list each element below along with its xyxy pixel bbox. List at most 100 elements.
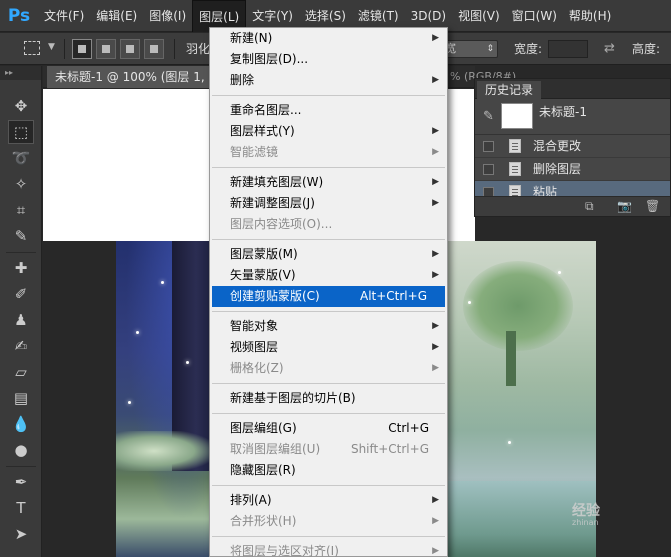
layer-menu-item[interactable]: 图层编组(G) Ctrl+G [210, 418, 447, 439]
menu-separator [212, 485, 445, 486]
layer-menu-item[interactable]: 新建填充图层(W) ▶ [210, 172, 447, 193]
lasso-tool-icon[interactable]: ➰ [8, 146, 34, 170]
history-entry[interactable]: 删除图层 [475, 158, 670, 181]
history-entry[interactable]: 混合更改 [475, 135, 670, 158]
submenu-arrow-icon: ▶ [432, 546, 439, 556]
photoshop-window: Ps 文件(F) 编辑(E) 图像(I) 图层(L) 文字(Y) 选择(S) 滤… [0, 0, 671, 557]
gradient-tool-icon[interactable]: ▤ [8, 386, 34, 410]
layer-menu-item[interactable]: 视频图层 ▶ [210, 337, 447, 358]
sparkle [508, 441, 511, 444]
healing-brush-tool-icon[interactable]: ✚ [8, 256, 34, 280]
width-input[interactable] [548, 40, 588, 58]
history-panel: 历史记录 ✎ 未标题-1 混合更改 删除图层 粘贴 ⧉ 📷 🗑 [474, 78, 671, 217]
add-selection-mode-button[interactable] [96, 39, 116, 59]
submenu-arrow-icon: ▶ [432, 126, 439, 136]
menu-image[interactable]: 图像(I) [143, 0, 192, 32]
watermark-text: 经验 [572, 503, 600, 519]
type-tool-icon[interactable]: T [8, 496, 34, 520]
history-snapshot[interactable]: ✎ 未标题-1 [475, 99, 670, 135]
layer-menu-item: 智能滤镜 ▶ [210, 142, 447, 163]
history-checkbox[interactable] [483, 141, 494, 152]
menu-item-label: 栅格化(Z) [230, 361, 284, 375]
menu-help[interactable]: 帮助(H) [563, 0, 617, 32]
menu-item-label: 图层蒙版(M) [230, 247, 298, 261]
menu-item-label: 创建剪贴蒙版(C) [230, 289, 320, 303]
clone-stamp-tool-icon[interactable]: ♟ [8, 308, 34, 332]
layer-menu-item[interactable]: 智能对象 ▶ [210, 316, 447, 337]
layer-menu-item[interactable]: 新建基于图层的切片(B) [210, 388, 447, 409]
submenu-arrow-icon: ▶ [432, 342, 439, 352]
menu-item-shortcut: Alt+Ctrl+G [359, 289, 427, 303]
brush-tool-icon[interactable]: ✐ [8, 282, 34, 306]
history-brush-source-icon[interactable]: ✎ [483, 109, 494, 124]
new-document-from-state-icon[interactable]: ⧉ [585, 199, 594, 214]
tree-trunk [506, 331, 516, 386]
menu-item-label: 视频图层 [230, 340, 279, 354]
dodge-tool-icon[interactable]: ● [8, 438, 34, 462]
path-selection-tool-icon[interactable]: ➤ [8, 522, 34, 546]
history-entry-label: 混合更改 [533, 139, 582, 153]
history-checkbox[interactable] [483, 164, 494, 175]
layer-menu-item: 将图层与选区对齐(I) ▶ [210, 541, 447, 557]
menu-item-label: 新建基于图层的切片(B) [230, 391, 356, 405]
submenu-arrow-icon: ▶ [432, 321, 439, 331]
layer-menu-item[interactable]: 重命名图层... [210, 100, 447, 121]
menu-item-label: 删除 [230, 73, 255, 87]
history-entry-label: 删除图层 [533, 162, 582, 176]
chevron-down-icon[interactable]: ▼ [48, 42, 55, 52]
new-selection-mode-button[interactable] [72, 39, 92, 59]
pen-tool-icon[interactable]: ✒ [8, 470, 34, 494]
layer-menu-item[interactable]: 删除 ▶ [210, 70, 447, 91]
layer-menu-item: 取消图层编组(U) Shift+Ctrl+G [210, 439, 447, 460]
menu-item-label: 复制图层(D)... [230, 52, 309, 66]
sparkle [558, 271, 561, 274]
layer-menu-item[interactable]: 矢量蒙版(V) ▶ [210, 265, 447, 286]
panel-collapse-icon[interactable]: ▸▸ [0, 66, 41, 80]
camera-icon[interactable]: 📷 [617, 199, 632, 213]
marquee-preset-icon[interactable] [24, 41, 40, 55]
pasted-image-left [116, 241, 211, 557]
divider [64, 39, 65, 59]
submenu-arrow-icon: ▶ [432, 33, 439, 43]
menu-item-label: 新建填充图层(W) [230, 175, 324, 189]
layer-menu-item[interactable]: 隐藏图层(R) [210, 460, 447, 481]
layer-menu-item[interactable]: 复制图层(D)... [210, 49, 447, 70]
layer-menu-item[interactable]: 排列(A) ▶ [210, 490, 447, 511]
marquee-tool-icon[interactable]: ⬚ [8, 120, 34, 144]
submenu-arrow-icon: ▶ [432, 75, 439, 85]
menu-separator [212, 536, 445, 537]
blur-tool-icon[interactable]: 💧 [8, 412, 34, 436]
tool-panel: ▸▸ ✥ ⬚ ➰ ✧ ⌗ ✎ ✚ ✐ ♟ ✍ ▱ ▤ 💧 ● ✒ T ➤ [0, 66, 42, 557]
menu-item-shortcut: Ctrl+G [388, 421, 429, 435]
move-tool-icon[interactable]: ✥ [8, 94, 34, 118]
history-brush-tool-icon[interactable]: ✍ [8, 334, 34, 358]
submenu-arrow-icon: ▶ [432, 249, 439, 259]
layer-menu-item[interactable]: 图层样式(Y) ▶ [210, 121, 447, 142]
layer-menu-item: 合并形状(H) ▶ [210, 511, 447, 532]
swap-icon[interactable]: ⇄ [604, 41, 615, 56]
magic-wand-tool-icon[interactable]: ✧ [8, 172, 34, 196]
eyedropper-tool-icon[interactable]: ✎ [8, 224, 34, 248]
history-tab[interactable]: 历史记录 [477, 81, 542, 99]
menu-item-label: 图层内容选项(O)... [230, 217, 333, 231]
intersect-selection-mode-button[interactable] [144, 39, 164, 59]
layer-menu-item: 图层内容选项(O)... [210, 214, 447, 235]
submenu-arrow-icon: ▶ [432, 270, 439, 280]
subtract-selection-mode-button[interactable] [120, 39, 140, 59]
layer-menu-item[interactable]: 图层蒙版(M) ▶ [210, 244, 447, 265]
crop-tool-icon[interactable]: ⌗ [8, 198, 34, 222]
menu-file[interactable]: 文件(F) [38, 0, 90, 32]
menu-window[interactable]: 窗口(W) [506, 0, 563, 32]
trash-icon[interactable]: 🗑 [645, 199, 660, 213]
eraser-tool-icon[interactable]: ▱ [8, 360, 34, 384]
flower-field [116, 431, 211, 471]
chevron-updown-icon: ⇕ [486, 44, 494, 54]
layer-menu-item[interactable]: 新建调整图层(J) ▶ [210, 193, 447, 214]
layer-menu-item: 栅格化(Z) ▶ [210, 358, 447, 379]
history-tab-bar: 历史记录 [475, 79, 670, 99]
style-select[interactable]: 宽 ⇕ [440, 40, 498, 58]
layer-menu-item[interactable]: 创建剪贴蒙版(C) Alt+Ctrl+G [212, 286, 445, 307]
layer-menu-item[interactable]: 新建(N) ▶ [210, 28, 447, 49]
menu-view[interactable]: 视图(V) [452, 0, 506, 32]
menu-edit[interactable]: 编辑(E) [90, 0, 143, 32]
